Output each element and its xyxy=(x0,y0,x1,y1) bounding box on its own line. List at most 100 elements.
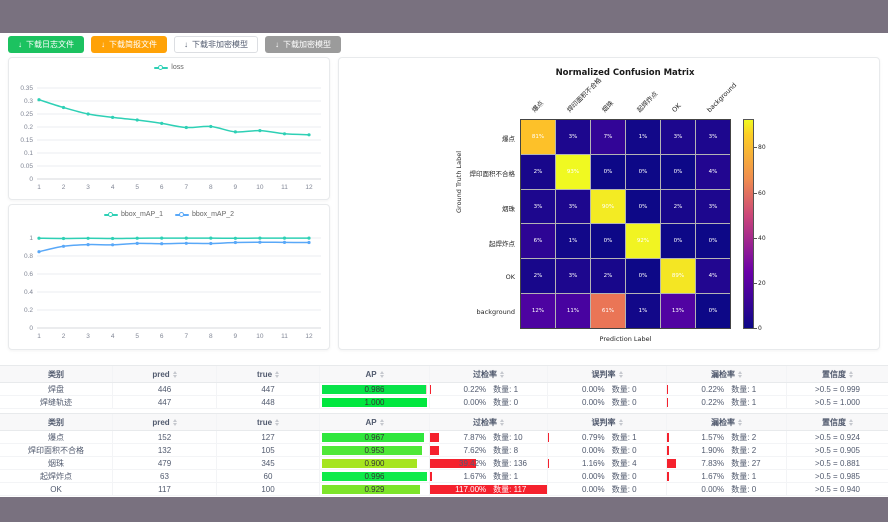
matrix-cell: 11% xyxy=(556,294,590,328)
column-header-漏检率[interactable]: 漏检率 xyxy=(667,414,787,430)
svg-text:6: 6 xyxy=(160,184,164,191)
matrix-row-label: background xyxy=(339,308,515,316)
table-row: 爆点1521270.9677.87%数量: 100.79%数量: 11.57%数… xyxy=(0,431,888,444)
cell-ap: 0.900 xyxy=(320,457,430,469)
sort-caret-icon[interactable] xyxy=(380,419,384,426)
sort-caret-icon[interactable] xyxy=(738,419,742,426)
svg-text:7: 7 xyxy=(184,333,188,340)
sort-caret-icon[interactable] xyxy=(380,371,384,378)
summary-table-defects: 类别predtrueAP过检率误判率漏检率置信度爆点1521270.9677.8… xyxy=(0,413,888,496)
colorbar-tick-label: 20 xyxy=(758,280,766,287)
table-row: 起焊炸点63600.9961.67%数量: 10.00%数量: 01.67%数量… xyxy=(0,470,888,483)
cell-true: 448 xyxy=(217,396,320,408)
column-header-过检率[interactable]: 过检率 xyxy=(430,414,548,430)
svg-text:12: 12 xyxy=(305,333,313,340)
download-encrypted-model-button[interactable]: ↓ 下载加密模型 xyxy=(265,36,341,53)
sort-caret-icon[interactable] xyxy=(173,371,177,378)
sort-caret-icon[interactable] xyxy=(275,419,279,426)
cell-miss: 0.22%数量: 1 xyxy=(667,383,787,395)
cell-over: 7.87%数量: 10 xyxy=(430,431,548,443)
cell-confidence: >0.5 = 0.881 xyxy=(787,457,888,469)
download-icon: ↓ xyxy=(18,41,22,49)
column-header-漏检率[interactable]: 漏检率 xyxy=(667,366,787,382)
matrix-x-axis-label: Prediction Label xyxy=(520,335,731,343)
column-header-误判率[interactable]: 误判率 xyxy=(548,366,667,382)
column-header-过检率[interactable]: 过检率 xyxy=(430,366,548,382)
download-toolbar: ↓ 下载日志文件 ↓ 下载简报文件 ↓ 下载非加密模型 ↓ 下载加密模型 xyxy=(8,36,341,53)
cell-ap: 0.967 xyxy=(320,431,430,443)
matrix-cell: 12% xyxy=(521,294,555,328)
sort-caret-icon[interactable] xyxy=(849,371,853,378)
sort-caret-icon[interactable] xyxy=(619,419,623,426)
cell-mis: 0.00%数量: 0 xyxy=(548,470,667,482)
svg-text:3: 3 xyxy=(86,333,90,340)
svg-text:0.2: 0.2 xyxy=(24,307,33,314)
download-log-label: 下载日志文件 xyxy=(26,39,74,50)
matrix-cell: 2% xyxy=(591,259,625,293)
sort-caret-icon[interactable] xyxy=(738,371,742,378)
column-header-pred[interactable]: pred xyxy=(113,414,217,430)
svg-text:1: 1 xyxy=(37,184,41,191)
svg-text:0.3: 0.3 xyxy=(24,98,33,105)
matrix-cell: 1% xyxy=(626,294,660,328)
column-header-AP[interactable]: AP xyxy=(320,414,430,430)
matrix-cell: 3% xyxy=(661,120,695,154)
cell-name: 焊缝轨迹 xyxy=(0,396,113,408)
cell-miss: 1.67%数量: 1 xyxy=(667,470,787,482)
download-brief-button[interactable]: ↓ 下载简报文件 xyxy=(91,36,167,53)
matrix-cell: 89% xyxy=(661,259,695,293)
sort-caret-icon[interactable] xyxy=(500,419,504,426)
cell-name: 焊盘 xyxy=(0,383,113,395)
matrix-cell: 3% xyxy=(556,120,590,154)
svg-text:1: 1 xyxy=(29,235,33,242)
download-icon: ↓ xyxy=(275,41,279,49)
column-header-置信度[interactable]: 置信度 xyxy=(787,414,888,430)
svg-text:6: 6 xyxy=(160,333,164,340)
matrix-cell: 3% xyxy=(556,190,590,224)
cell-mis: 0.00%数量: 0 xyxy=(548,444,667,456)
cell-true: 447 xyxy=(217,383,320,395)
matrix-cell: 3% xyxy=(696,120,730,154)
matrix-row-labels: 爆点焊印面积不合格烟珠起焊炸点OKbackground xyxy=(339,119,515,329)
cell-true: 105 xyxy=(217,444,320,456)
svg-text:0.15: 0.15 xyxy=(20,137,33,144)
sort-caret-icon[interactable] xyxy=(619,371,623,378)
svg-text:2: 2 xyxy=(62,333,66,340)
column-header-pred[interactable]: pred xyxy=(113,366,217,382)
download-plain-model-button[interactable]: ↓ 下载非加密模型 xyxy=(174,36,258,53)
column-header-置信度[interactable]: 置信度 xyxy=(787,366,888,382)
column-header-AP[interactable]: AP xyxy=(320,366,430,382)
cell-over: 1.67%数量: 1 xyxy=(430,470,548,482)
cell-mis: 0.79%数量: 1 xyxy=(548,431,667,443)
sort-caret-icon[interactable] xyxy=(849,419,853,426)
download-log-button[interactable]: ↓ 下载日志文件 xyxy=(8,36,84,53)
svg-text:10: 10 xyxy=(256,184,264,191)
matrix-cell: 90% xyxy=(591,190,625,224)
matrix-cell: 0% xyxy=(626,190,660,224)
colorbar-tick-label: 0 xyxy=(758,325,762,332)
cell-true: 127 xyxy=(217,431,320,443)
colorbar-tick-label: 80 xyxy=(758,144,766,151)
sort-caret-icon[interactable] xyxy=(500,371,504,378)
table-row: 烟珠4793450.90039.42%数量: 1361.16%数量: 47.83… xyxy=(0,457,888,470)
svg-text:11: 11 xyxy=(281,184,288,191)
column-header-true[interactable]: true xyxy=(217,414,320,430)
svg-text:0: 0 xyxy=(29,325,33,332)
svg-text:0.4: 0.4 xyxy=(24,289,33,296)
cell-pred: 447 xyxy=(113,396,217,408)
app-window: ↓ 下载日志文件 ↓ 下载简报文件 ↓ 下载非加密模型 ↓ 下载加密模型 los… xyxy=(0,0,888,522)
matrix-row-label: 起焊炸点 xyxy=(339,238,515,248)
cell-pred: 63 xyxy=(113,470,217,482)
cell-mis: 0.00%数量: 0 xyxy=(548,396,667,408)
column-header-误判率[interactable]: 误判率 xyxy=(548,414,667,430)
bottom-bar xyxy=(0,497,888,522)
column-header-true[interactable]: true xyxy=(217,366,320,382)
matrix-cell: 0% xyxy=(591,155,625,189)
svg-text:8: 8 xyxy=(209,184,213,191)
matrix-cell: 1% xyxy=(626,120,660,154)
cell-miss: 1.90%数量: 2 xyxy=(667,444,787,456)
cell-ap: 0.953 xyxy=(320,444,430,456)
svg-text:4: 4 xyxy=(111,184,115,191)
sort-caret-icon[interactable] xyxy=(275,371,279,378)
sort-caret-icon[interactable] xyxy=(173,419,177,426)
